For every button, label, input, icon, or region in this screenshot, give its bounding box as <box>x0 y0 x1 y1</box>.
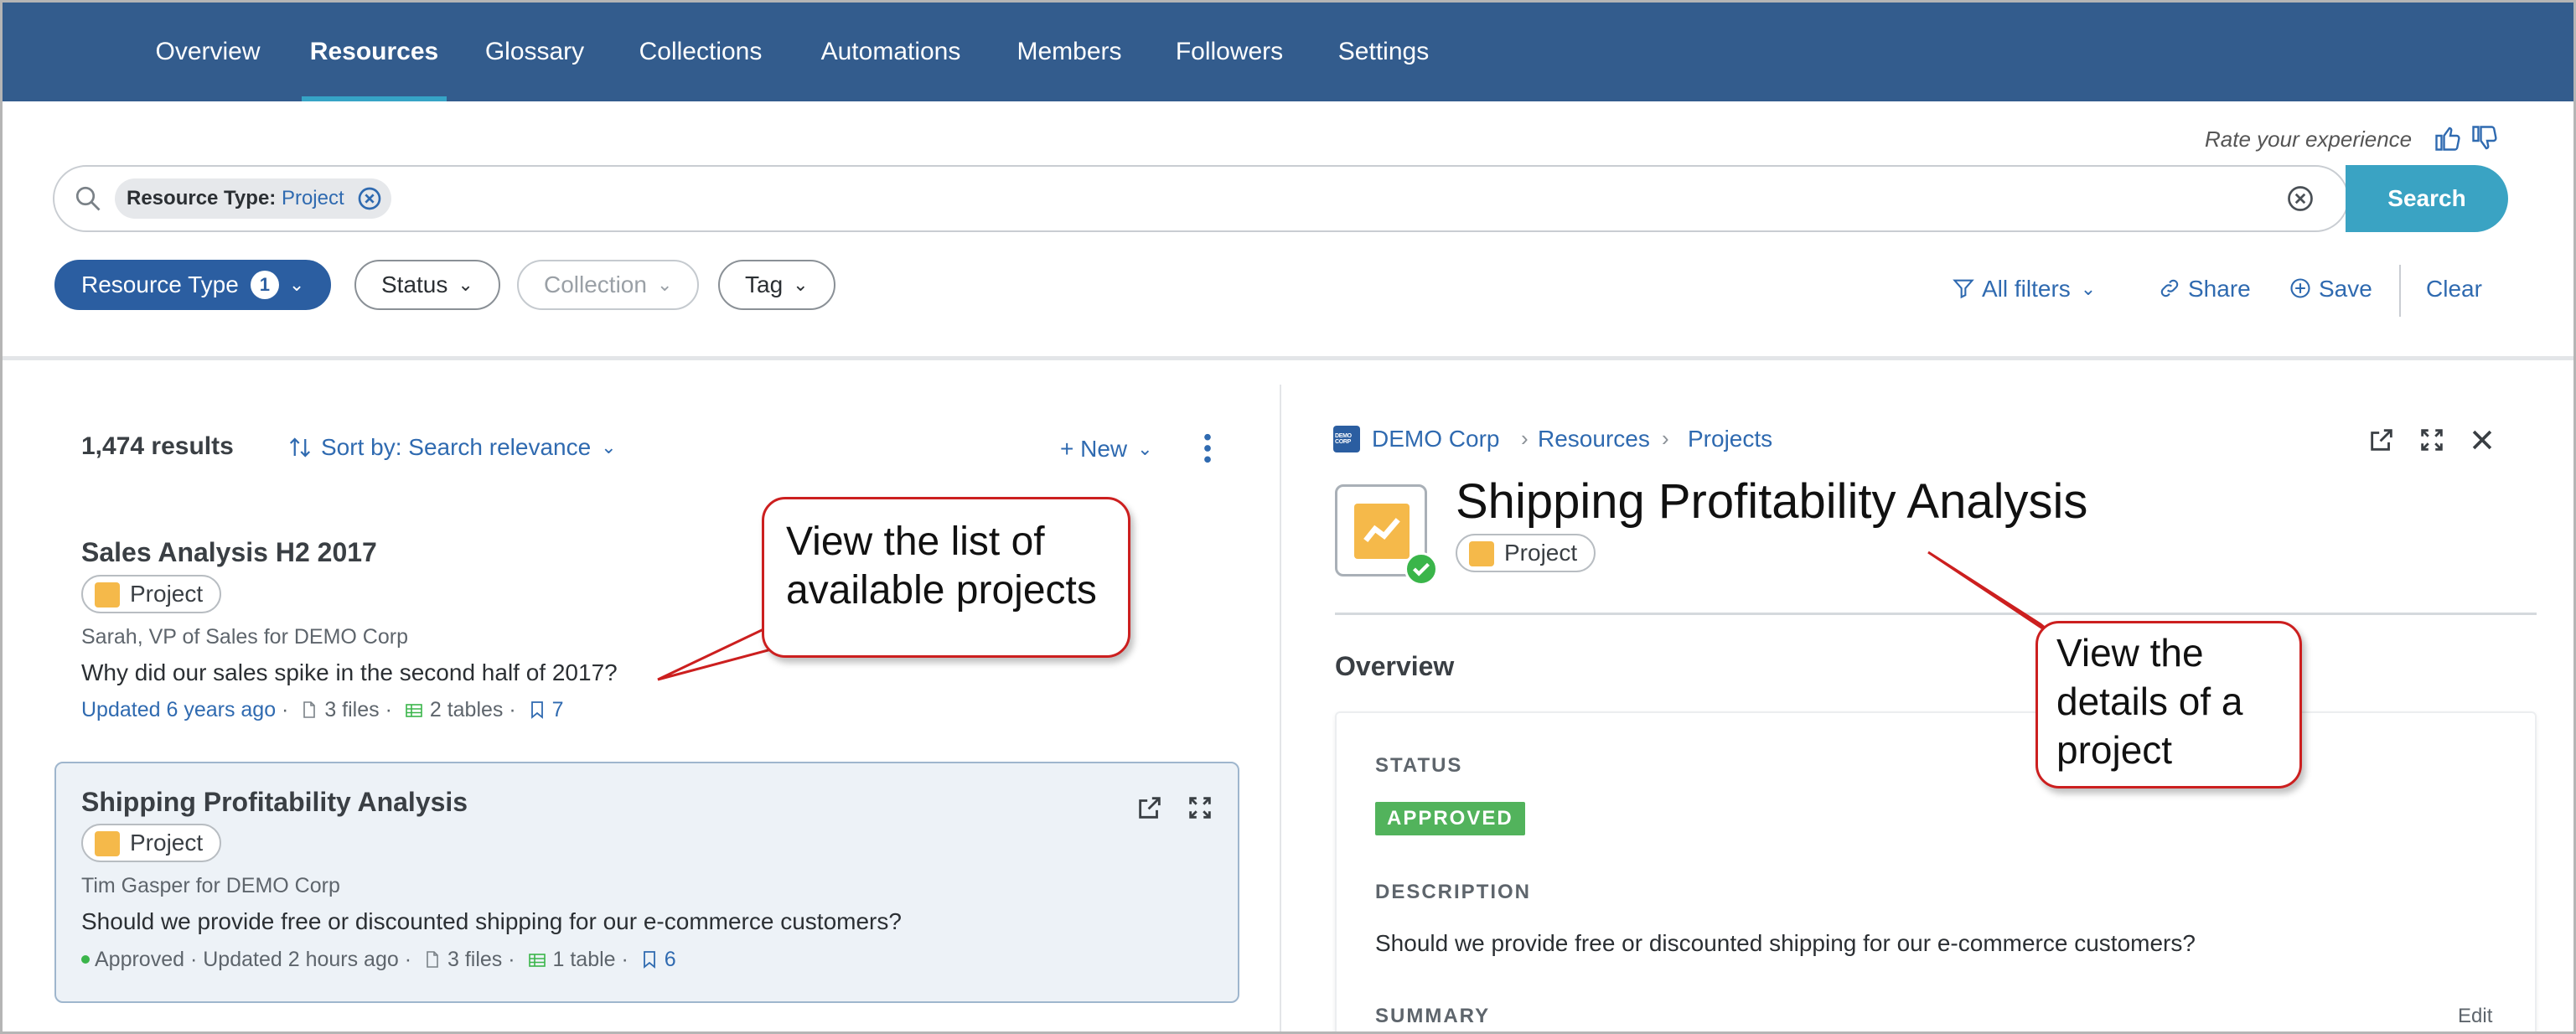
callout-list: View the list of available projects <box>762 497 1130 658</box>
callout-pointers <box>657 551 2060 681</box>
callout-details: View the details of a project <box>2035 621 2302 788</box>
app-window: Overview Resources Glossary Collections … <box>0 0 2576 1034</box>
